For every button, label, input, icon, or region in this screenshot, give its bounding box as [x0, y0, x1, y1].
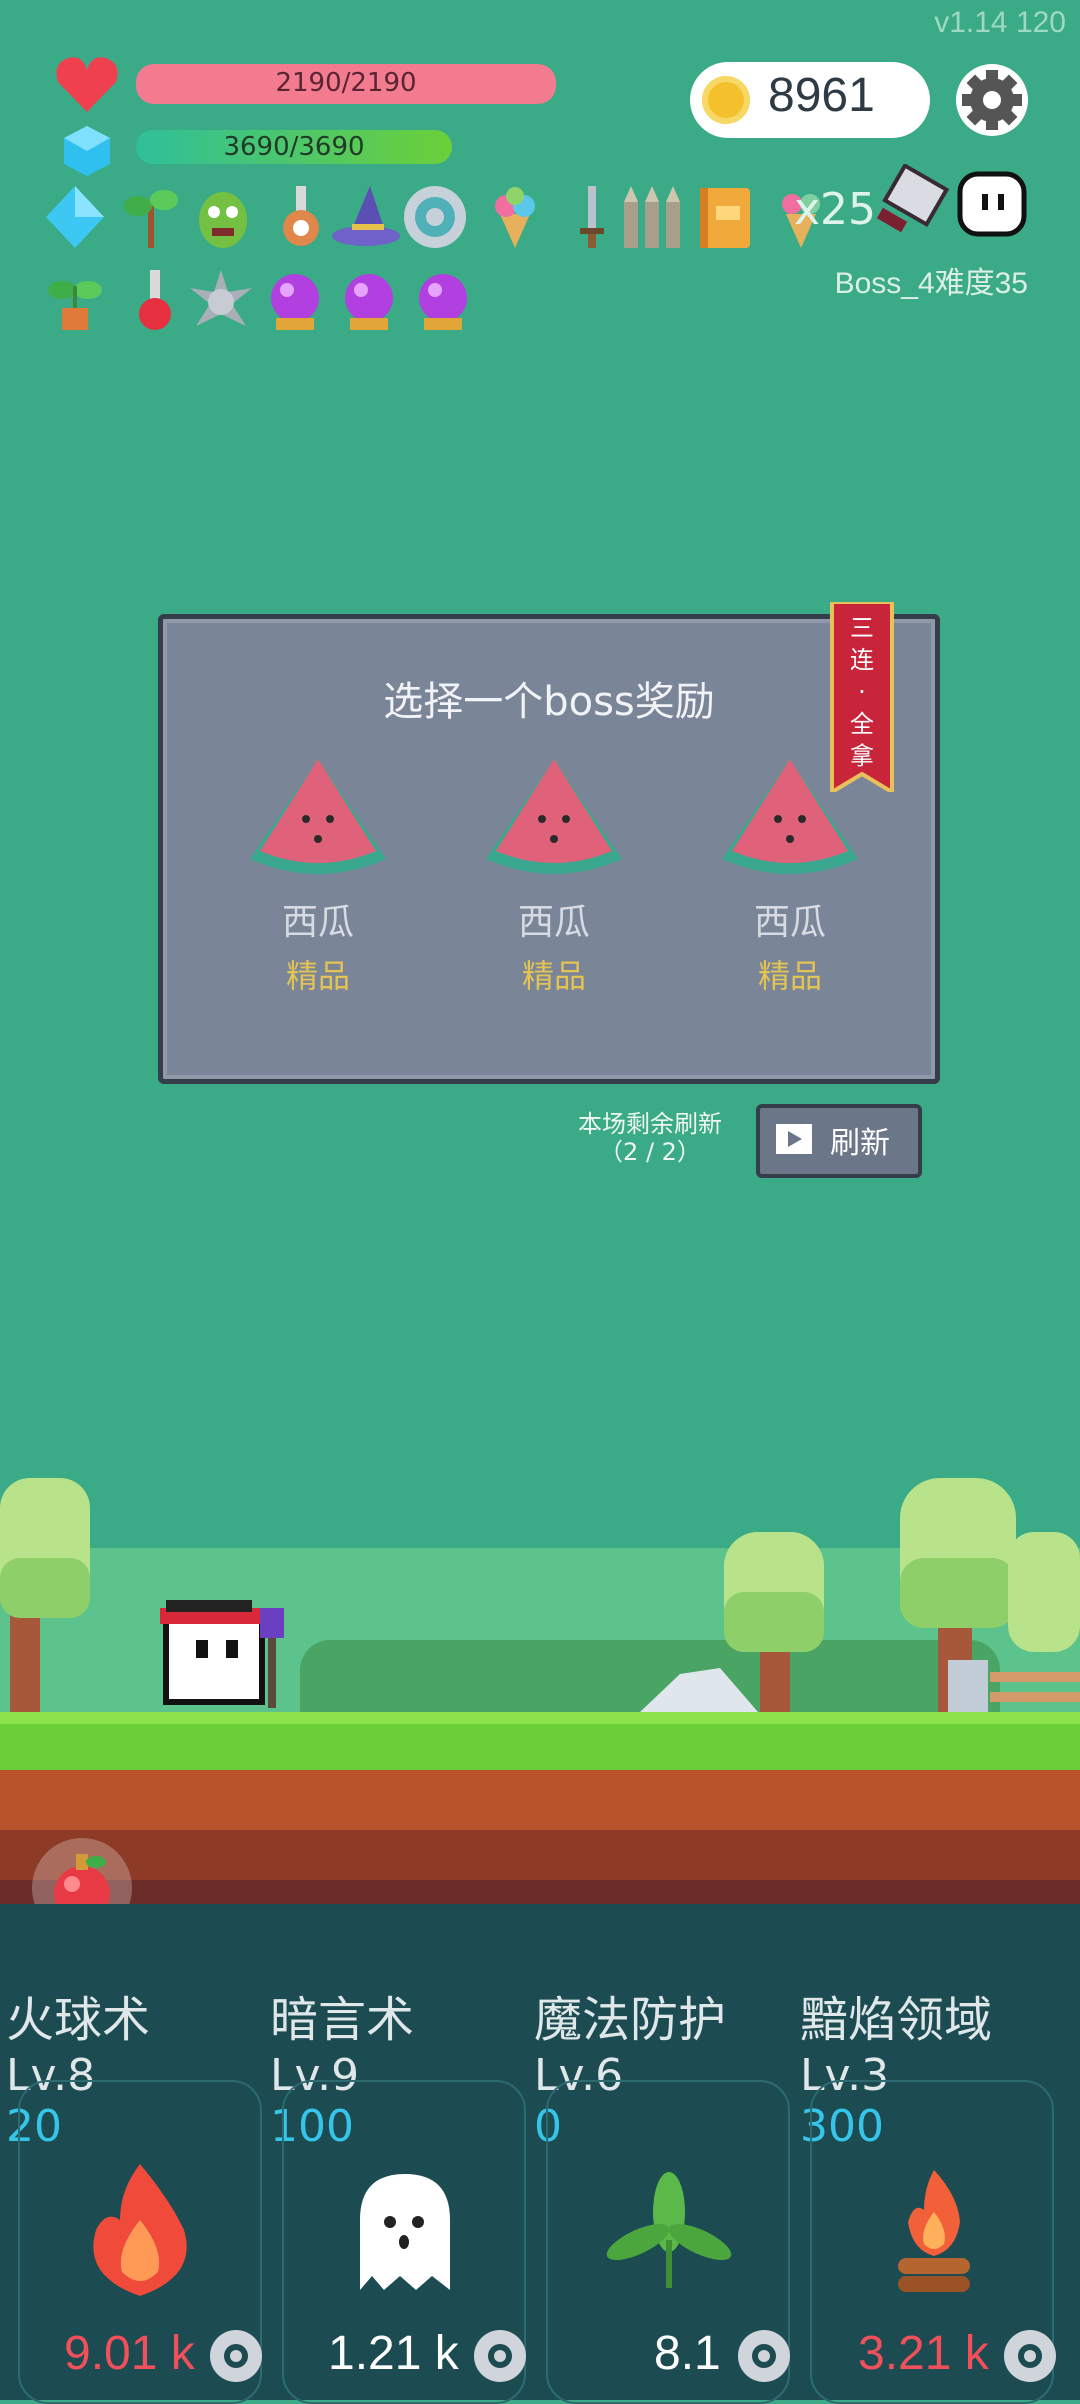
watermelon-icon: [250, 759, 386, 874]
wizard-hat-icon[interactable]: [330, 184, 400, 250]
refresh-label: 刷新: [830, 1126, 890, 1161]
reward-grade: 精品: [285, 957, 350, 995]
coin-value: 8961: [768, 69, 875, 122]
reward-name: 西瓜: [753, 902, 826, 943]
book-icon[interactable]: [694, 184, 756, 250]
version-label: v1.14 120: [934, 6, 1066, 40]
leaf-icon: [606, 2172, 732, 2288]
panel-title: 选择一个boss奖励: [383, 679, 715, 725]
spike-ball-icon[interactable]: [188, 268, 254, 334]
video-icon: [776, 1124, 812, 1154]
diamond-icon[interactable]: [44, 184, 106, 250]
skill-name: 魔法防护: [534, 1992, 727, 2048]
goblin-icon[interactable]: [192, 184, 254, 250]
fire-icon: [93, 2164, 187, 2296]
item-multiplier: x25: [794, 184, 877, 235]
reward-grade: 精品: [521, 957, 586, 995]
reward-option-2[interactable]: 西瓜 精品: [454, 749, 654, 997]
ribbon-char: 三: [850, 614, 874, 642]
refresh-remaining: 本场剩余刷新 （2 / 2）: [560, 1110, 740, 1166]
boss-difficulty-label: Boss_4难度35: [834, 267, 1028, 300]
grass-top: [0, 1712, 1080, 1724]
shield-ring-icon[interactable]: [402, 184, 468, 250]
fence: [948, 1660, 1080, 1714]
refresh-info-line1: 本场剩余刷新: [578, 1110, 722, 1138]
ice-cream-icon[interactable]: [484, 184, 546, 250]
purple-orb-icon[interactable]: [336, 268, 402, 334]
skill-damage: 8.1: [654, 2327, 721, 2380]
skill-name: 暗言术: [270, 1992, 415, 2048]
tree-left: [0, 1478, 90, 1718]
skill-damage: 1.21 k: [328, 2327, 459, 2380]
refresh-info-line2: （2 / 2）: [599, 1138, 701, 1166]
rock: [640, 1668, 758, 1712]
coin-counter: 8961: [690, 62, 930, 138]
potted-plant-icon[interactable]: [44, 268, 106, 334]
red-potion-icon[interactable]: [124, 268, 186, 334]
ribbon-char: 连: [850, 646, 874, 674]
player-character: [160, 1600, 284, 1708]
version-text: v1.14: [934, 6, 1008, 39]
dirt-layer-dark: [0, 1830, 1080, 1880]
item-row-2: [40, 268, 480, 338]
saw-blade-icon[interactable]: [206, 2326, 266, 2386]
gear-icon: [962, 70, 1022, 130]
saw-blade-icon[interactable]: [470, 2326, 530, 2386]
boss-reward-panel: 选择一个boss奖励 西瓜 精品 西瓜 精品 西瓜 精品: [158, 614, 940, 1084]
watermelon-icon: [486, 759, 622, 874]
refresh-button[interactable]: 刷新: [756, 1104, 922, 1178]
mp-text: 3690/3690: [223, 132, 365, 162]
dirt-layer: [0, 1770, 1080, 1830]
coin-icon: [702, 76, 750, 124]
ghost-icon: [360, 2174, 450, 2290]
reward-name: 西瓜: [517, 902, 590, 943]
mp-bar: 3690/3690: [136, 130, 452, 164]
bottle-icon[interactable]: [270, 184, 332, 250]
reward-option-1[interactable]: 西瓜 精品: [218, 749, 418, 997]
ghost-boss-icon[interactable]: [956, 168, 1028, 240]
skill-name: 火球术: [6, 1992, 151, 2048]
sword-icon[interactable]: [560, 184, 622, 250]
ribbon-char: 拿: [850, 742, 874, 770]
skill-damage: 3.21 k: [858, 2327, 989, 2380]
sapling-icon[interactable]: [120, 184, 182, 250]
settings-button[interactable]: [956, 64, 1028, 136]
hp-text: 2190/2190: [275, 68, 417, 98]
fps-text: 120: [1015, 6, 1066, 39]
purple-orb-icon[interactable]: [410, 268, 476, 334]
ribbon-text: 三 连 · 全 拿: [832, 612, 892, 772]
cleaver-icon[interactable]: [872, 164, 956, 248]
reward-grade: 精品: [757, 957, 822, 995]
saw-blade-icon[interactable]: [734, 2326, 794, 2386]
purple-orb-icon[interactable]: [262, 268, 328, 334]
campfire-icon: [898, 2170, 970, 2292]
reward-name: 西瓜: [281, 902, 354, 943]
ribbon-char: 全: [850, 710, 874, 738]
heart-icon: [56, 57, 118, 112]
dirt-layer-deep: [0, 1880, 1080, 1904]
saw-blade-icon[interactable]: [1000, 2326, 1060, 2386]
bullets-icon[interactable]: [618, 184, 688, 250]
ribbon-char: ·: [858, 678, 866, 706]
hp-bar: 2190/2190: [136, 64, 556, 104]
mana-gem-icon: [64, 126, 110, 176]
skill-name: 黯焰领域: [800, 1992, 993, 2048]
item-row-1: x25: [40, 184, 900, 254]
skill-damage: 9.01 k: [64, 2327, 195, 2380]
